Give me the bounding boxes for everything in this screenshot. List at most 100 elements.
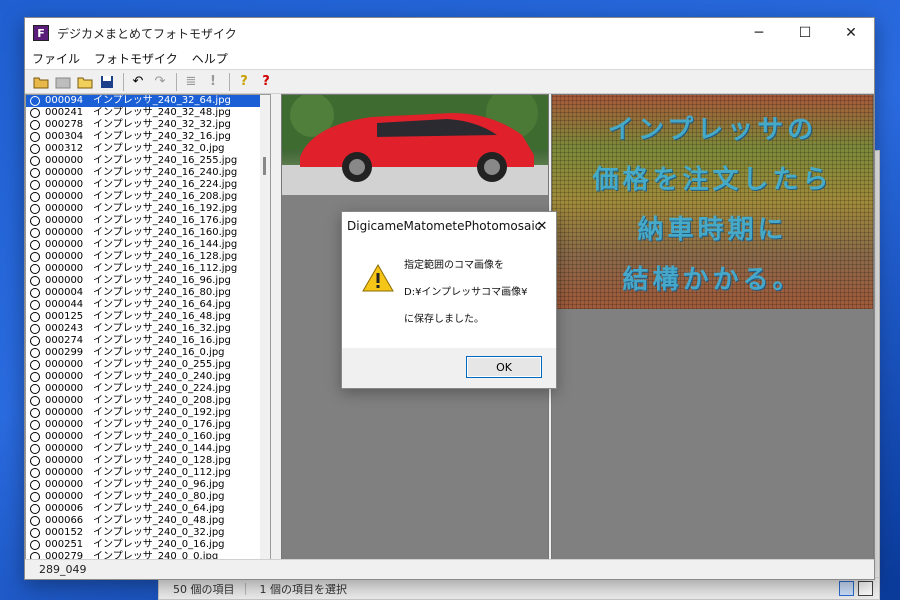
radio-icon[interactable] <box>30 444 40 454</box>
list-item[interactable]: 000274 インプレッサ_240_16_16.jpg <box>26 335 270 347</box>
list-item[interactable]: 000000 インプレッサ_240_0_208.jpg <box>26 395 270 407</box>
radio-icon[interactable] <box>30 180 40 190</box>
title-bar[interactable]: F デジカメまとめてフォトモザイク ─ ☐ ✕ <box>25 18 874 48</box>
radio-icon[interactable] <box>30 528 40 538</box>
radio-icon[interactable] <box>30 264 40 274</box>
radio-icon[interactable] <box>30 312 40 322</box>
radio-icon[interactable] <box>30 324 40 334</box>
list-item[interactable]: 000000 インプレッサ_240_0_224.jpg <box>26 383 270 395</box>
radio-icon[interactable] <box>30 396 40 406</box>
radio-icon[interactable] <box>30 216 40 226</box>
menu-file[interactable]: ファイル <box>32 50 80 67</box>
list-item[interactable]: 000000 インプレッサ_240_0_255.jpg <box>26 359 270 371</box>
list-item[interactable]: 000152 インプレッサ_240_0_32.jpg <box>26 527 270 539</box>
list-item[interactable]: 000044 インプレッサ_240_16_64.jpg <box>26 299 270 311</box>
radio-icon[interactable] <box>30 456 40 466</box>
exclamation-icon[interactable]: ! <box>203 72 223 92</box>
radio-icon[interactable] <box>30 492 40 502</box>
list-item[interactable]: 000000 インプレッサ_240_0_96.jpg <box>26 479 270 491</box>
save-icon[interactable] <box>97 72 117 92</box>
list-item[interactable]: 000000 インプレッサ_240_16_192.jpg <box>26 203 270 215</box>
radio-icon[interactable] <box>30 300 40 310</box>
menu-photomosaic[interactable]: フォトモザイク <box>94 50 178 67</box>
radio-icon[interactable] <box>30 192 40 202</box>
list-item[interactable]: 000312 インプレッサ_240_32_0.jpg <box>26 143 270 155</box>
list-item[interactable]: 000000 インプレッサ_240_16_176.jpg <box>26 215 270 227</box>
list-item[interactable]: 000000 インプレッサ_240_0_192.jpg <box>26 407 270 419</box>
frame-list[interactable]: 000094 インプレッサ_240_32_64.jpg 000241 インプレッサ_2… <box>25 94 271 561</box>
list-item[interactable]: 000094 インプレッサ_240_32_64.jpg <box>26 95 270 107</box>
list-item[interactable]: 000304 インプレッサ_240_32_16.jpg <box>26 131 270 143</box>
radio-icon[interactable] <box>30 108 40 118</box>
radio-icon[interactable] <box>30 204 40 214</box>
scrollbar-thumb[interactable] <box>263 157 266 175</box>
radio-icon[interactable] <box>30 420 40 430</box>
list-item[interactable]: 000000 インプレッサ_240_0_240.jpg <box>26 371 270 383</box>
close-button[interactable]: ✕ <box>828 18 874 48</box>
radio-icon[interactable] <box>30 240 40 250</box>
radio-icon[interactable] <box>30 432 40 442</box>
list-item[interactable]: 000243 インプレッサ_240_16_32.jpg <box>26 323 270 335</box>
radio-icon[interactable] <box>30 540 40 550</box>
list-item[interactable]: 000000 インプレッサ_240_16_144.jpg <box>26 239 270 251</box>
list-item[interactable]: 000299 インプレッサ_240_16_0.jpg <box>26 347 270 359</box>
ok-button[interactable]: OK <box>466 356 542 378</box>
radio-icon[interactable] <box>30 468 40 478</box>
folder-icon[interactable] <box>75 72 95 92</box>
menu-help[interactable]: ヘルプ <box>192 50 228 67</box>
list-item[interactable]: 000004 インプレッサ_240_16_80.jpg <box>26 287 270 299</box>
list-item[interactable]: 000066 インプレッサ_240_0_48.jpg <box>26 515 270 527</box>
list-item[interactable]: 000000 インプレッサ_240_16_112.jpg <box>26 263 270 275</box>
list-icon[interactable]: ≣ <box>181 72 201 92</box>
radio-icon[interactable] <box>30 408 40 418</box>
list-item[interactable]: 000241 インプレッサ_240_32_48.jpg <box>26 107 270 119</box>
list-item[interactable]: 000278 インプレッサ_240_32_32.jpg <box>26 119 270 131</box>
image-folder-icon[interactable] <box>53 72 73 92</box>
radio-icon[interactable] <box>30 96 40 106</box>
radio-icon[interactable] <box>30 504 40 514</box>
radio-icon[interactable] <box>30 132 40 142</box>
list-item[interactable]: 000000 インプレッサ_240_0_160.jpg <box>26 431 270 443</box>
radio-icon[interactable] <box>30 348 40 358</box>
minimize-button[interactable]: ─ <box>736 18 782 48</box>
list-item[interactable]: 000000 インプレッサ_240_0_176.jpg <box>26 419 270 431</box>
radio-icon[interactable] <box>30 480 40 490</box>
radio-icon[interactable] <box>30 156 40 166</box>
radio-icon[interactable] <box>30 120 40 130</box>
radio-icon[interactable] <box>30 372 40 382</box>
list-item[interactable]: 000000 インプレッサ_240_16_128.jpg <box>26 251 270 263</box>
undo-icon[interactable]: ↶ <box>128 72 148 92</box>
list-item[interactable]: 000000 インプレッサ_240_16_208.jpg <box>26 191 270 203</box>
radio-icon[interactable] <box>30 276 40 286</box>
list-item[interactable]: 000006 インプレッサ_240_0_64.jpg <box>26 503 270 515</box>
dialog-title-bar[interactable]: DigicameMatometePhotomosaic ✕ <box>342 212 556 240</box>
tiles-view-icon[interactable] <box>858 581 873 596</box>
radio-icon[interactable] <box>30 288 40 298</box>
list-item[interactable]: 000000 インプレッサ_240_0_128.jpg <box>26 455 270 467</box>
list-item[interactable]: 000125 インプレッサ_240_16_48.jpg <box>26 311 270 323</box>
open-folder-icon[interactable] <box>31 72 51 92</box>
radio-icon[interactable] <box>30 168 40 178</box>
list-item[interactable]: 000000 インプレッサ_240_16_255.jpg <box>26 155 270 167</box>
radio-icon[interactable] <box>30 144 40 154</box>
radio-icon[interactable] <box>30 228 40 238</box>
list-item[interactable]: 000000 インプレッサ_240_16_224.jpg <box>26 179 270 191</box>
list-item[interactable]: 000000 インプレッサ_240_16_160.jpg <box>26 227 270 239</box>
dialog-close-button[interactable]: ✕ <box>528 212 556 240</box>
radio-icon[interactable] <box>30 516 40 526</box>
list-item[interactable]: 000000 インプレッサ_240_0_144.jpg <box>26 443 270 455</box>
list-item[interactable]: 000000 インプレッサ_240_16_240.jpg <box>26 167 270 179</box>
splitter[interactable] <box>271 94 281 561</box>
context-help-icon[interactable]: ? <box>256 72 276 92</box>
maximize-button[interactable]: ☐ <box>782 18 828 48</box>
list-item[interactable]: 000000 インプレッサ_240_16_96.jpg <box>26 275 270 287</box>
radio-icon[interactable] <box>30 384 40 394</box>
radio-icon[interactable] <box>30 336 40 346</box>
radio-icon[interactable] <box>30 360 40 370</box>
redo-icon[interactable]: ↷ <box>150 72 170 92</box>
list-scrollbar[interactable] <box>260 95 270 560</box>
list-item[interactable]: 000000 インプレッサ_240_0_80.jpg <box>26 491 270 503</box>
list-item[interactable]: 000251 インプレッサ_240_0_16.jpg <box>26 539 270 551</box>
radio-icon[interactable] <box>30 252 40 262</box>
list-item[interactable]: 000000 インプレッサ_240_0_112.jpg <box>26 467 270 479</box>
